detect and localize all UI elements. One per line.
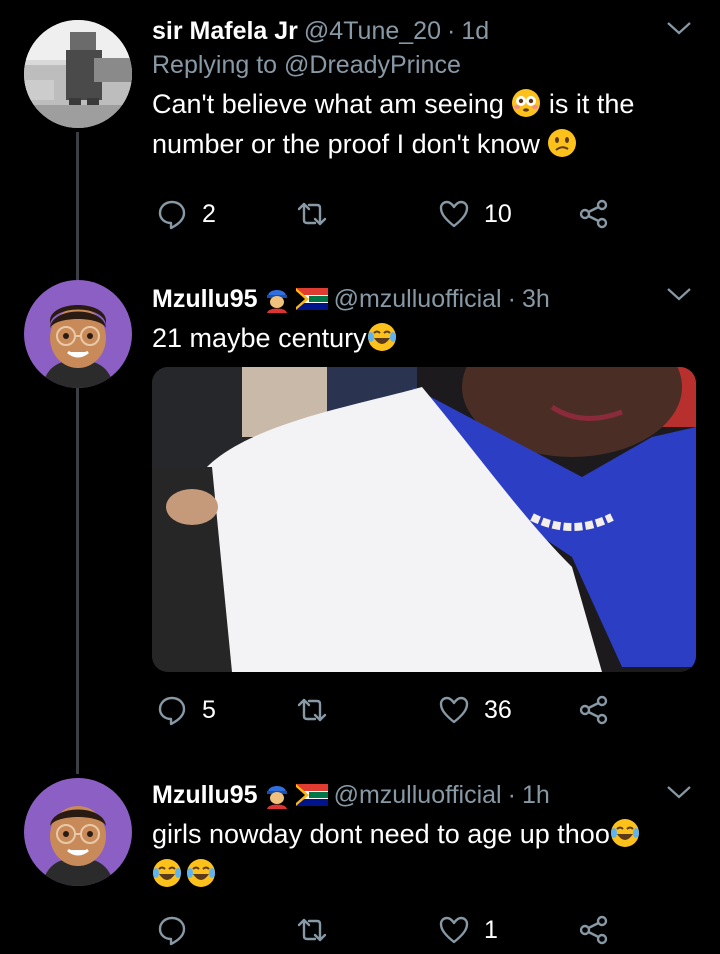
separator-dot: · [446, 17, 456, 45]
tweet-actions: 1 [152, 910, 622, 950]
confused-face-emoji [548, 129, 577, 157]
retweet-icon [297, 918, 327, 942]
tweet-text-part: girls nowday dont need to age up thoo [152, 819, 610, 849]
tweet-header: Mzullu95 @mzulluofficial · 1h [152, 778, 700, 812]
replying-to-mention[interactable]: @DreadyPrince [284, 51, 461, 79]
memoji-avatar [24, 778, 132, 886]
tweet-actions: 5 36 [152, 690, 622, 730]
avatar[interactable] [24, 778, 132, 886]
reply-count: 2 [202, 199, 216, 228]
tweet-text: Can't believe what am seeing is it the n… [152, 84, 700, 164]
like-button[interactable]: 1 [438, 910, 498, 950]
timestamp[interactable]: 1h [522, 778, 550, 812]
tears-of-joy-emoji [367, 323, 396, 351]
tweet-media-image[interactable] [152, 367, 696, 672]
flushed-face-emoji [512, 89, 541, 117]
construction-worker-emoji [266, 786, 287, 809]
avatar[interactable] [24, 20, 132, 128]
tweet-text-part: Can't believe what am seeing [152, 89, 504, 119]
photo [152, 367, 696, 672]
share-icon [579, 695, 608, 725]
like-icon [439, 200, 469, 228]
tweet-actions: 2 10 [152, 194, 622, 234]
like-button[interactable]: 10 [438, 194, 512, 234]
reply-icon [158, 200, 186, 230]
share-icon [579, 199, 608, 229]
user-handle[interactable]: @mzulluofficial [334, 778, 502, 812]
tweet-text-part: 21 maybe century [152, 323, 367, 353]
retweet-button[interactable] [296, 910, 342, 950]
replying-to: Replying to @DreadyPrince [152, 48, 700, 82]
replying-to-label: Replying to [152, 51, 278, 79]
memoji-avatar [24, 280, 132, 388]
reply-icon [158, 696, 186, 726]
tweet[interactable]: Mzullu95 @mzulluofficial · 3h 21 maybe c… [0, 270, 720, 770]
avatar-photo [24, 20, 132, 128]
user-handle[interactable]: @mzulluofficial [334, 282, 502, 316]
south-africa-flag-emoji [295, 784, 328, 806]
retweet-button[interactable] [296, 690, 342, 730]
like-count: 36 [484, 695, 512, 724]
tweet-header: sir Mafela Jr @4Tune_20 · 1d [152, 14, 700, 48]
reply-button[interactable]: 5 [156, 690, 216, 730]
south-africa-flag-emoji [295, 288, 328, 310]
like-count: 1 [484, 915, 498, 944]
tweet-header: Mzullu95 @mzulluofficial · 3h [152, 282, 700, 316]
reply-button[interactable] [156, 910, 202, 950]
timestamp[interactable]: 1d [461, 14, 489, 48]
like-button[interactable]: 36 [438, 690, 512, 730]
like-count: 10 [484, 199, 512, 228]
tweet[interactable]: sir Mafela Jr @4Tune_20 · 1d Replying to… [0, 0, 720, 270]
tweet-text: girls nowday dont need to age up thoo [152, 814, 700, 894]
share-button[interactable] [578, 194, 610, 234]
reply-icon [158, 916, 186, 946]
separator-dot: · [507, 285, 516, 313]
share-button[interactable] [578, 910, 610, 950]
retweet-icon [297, 698, 327, 722]
separator-dot: · [507, 781, 516, 809]
chevron-down-icon[interactable] [666, 20, 692, 36]
retweet-icon [297, 202, 327, 226]
timestamp[interactable]: 3h [522, 282, 550, 316]
tears-of-joy-emoji [187, 859, 215, 887]
tears-of-joy-emoji [610, 819, 639, 847]
retweet-button[interactable] [296, 194, 342, 234]
share-button[interactable] [578, 690, 610, 730]
user-handle[interactable]: @4Tune_20 [304, 14, 441, 48]
construction-worker-emoji [266, 290, 287, 313]
share-icon [579, 915, 608, 945]
tears-of-joy-emoji [153, 859, 181, 887]
chevron-down-icon[interactable] [666, 286, 692, 302]
like-icon [439, 916, 469, 944]
tweet[interactable]: Mzullu95 @mzulluofficial · 1h girls nowd… [0, 770, 720, 954]
reply-button[interactable]: 2 [156, 194, 216, 234]
display-name[interactable]: Mzullu95 [152, 282, 258, 316]
chevron-down-icon[interactable] [666, 784, 692, 800]
like-icon [439, 696, 469, 724]
display-name[interactable]: sir Mafela Jr [152, 14, 298, 48]
reply-count: 5 [202, 695, 216, 724]
display-name[interactable]: Mzullu95 [152, 778, 258, 812]
avatar[interactable] [24, 280, 132, 388]
tweet-text: 21 maybe century [152, 318, 700, 358]
